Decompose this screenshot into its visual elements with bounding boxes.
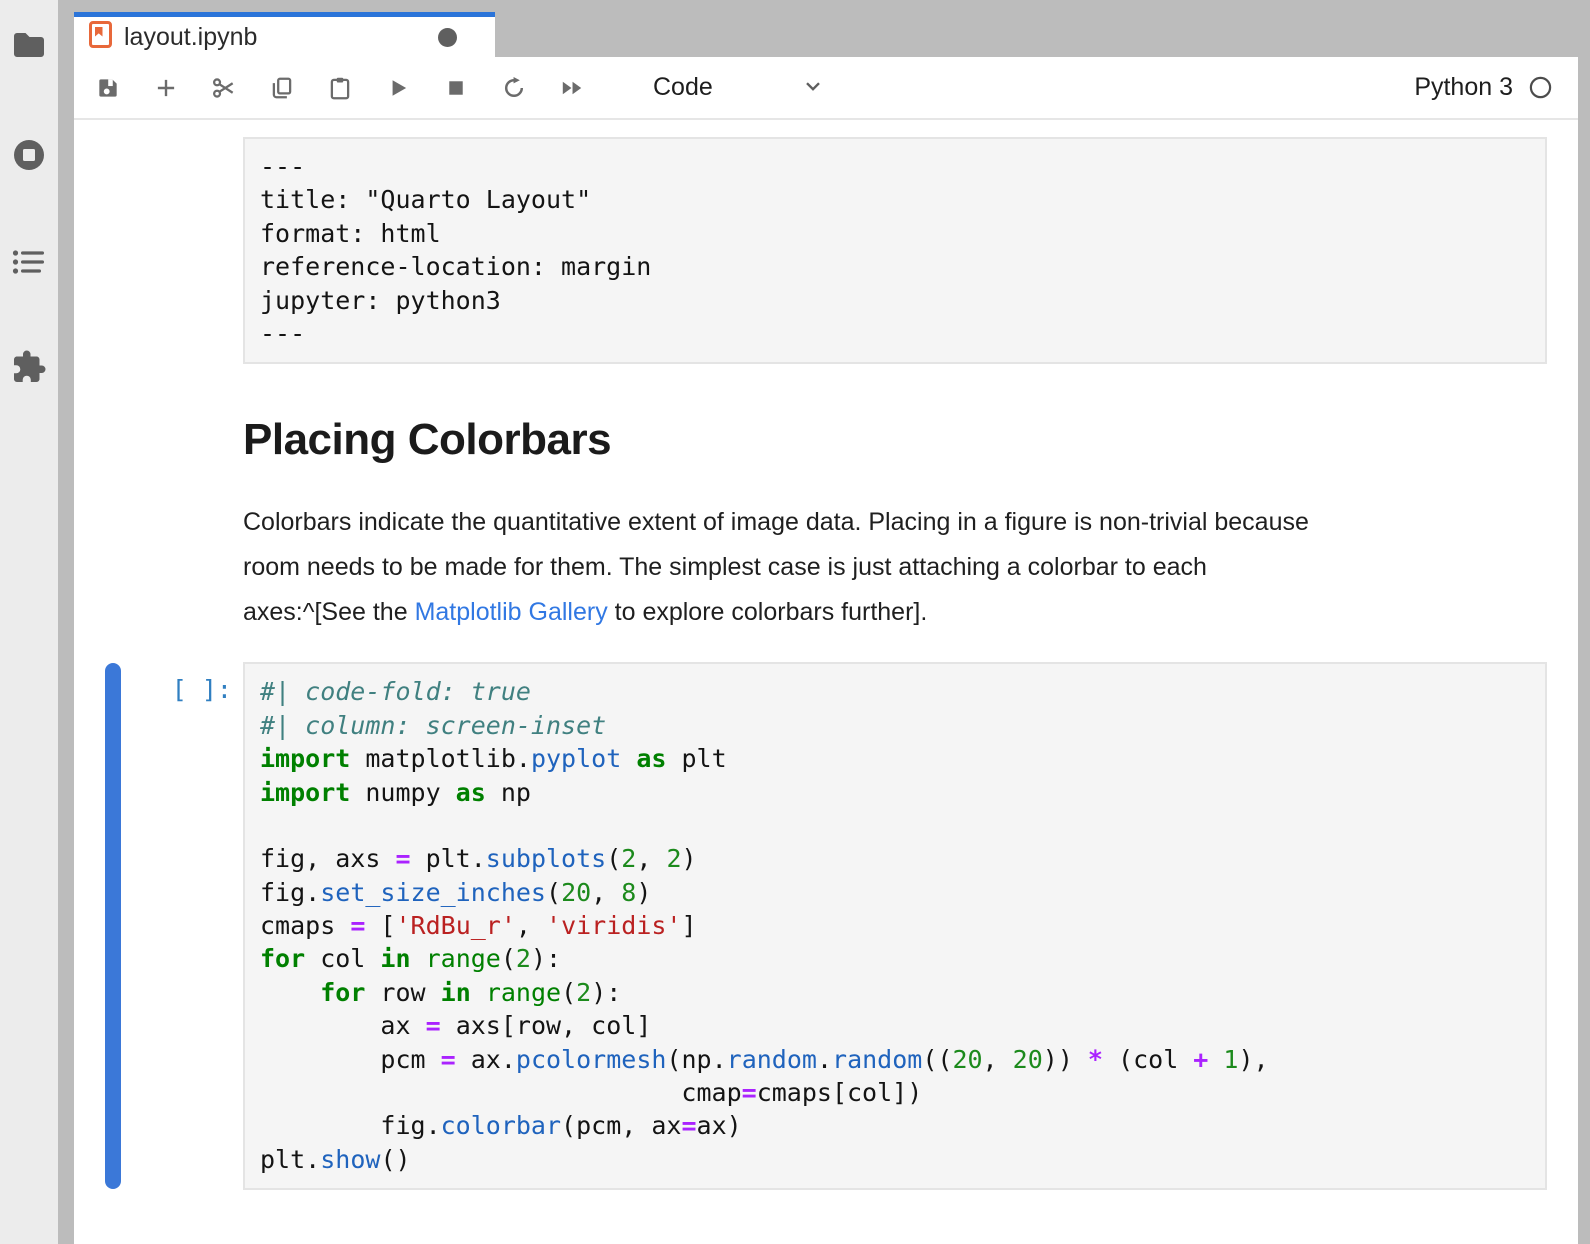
cut-cells-button[interactable] xyxy=(211,75,237,101)
fast-forward-icon xyxy=(559,75,585,101)
kernel-area: Python 3 xyxy=(1414,73,1578,102)
copy-icon xyxy=(269,75,295,101)
table-of-contents-icon xyxy=(12,249,46,275)
code-cell-source[interactable]: #| code-fold: true#| column: screen-inse… xyxy=(243,662,1547,1190)
kernel-name[interactable]: Python 3 xyxy=(1414,73,1513,102)
notebook-panel: layout.ipynb xyxy=(74,0,1578,1244)
cell-type-value: Code xyxy=(653,73,713,102)
add-cell-icon xyxy=(153,75,179,101)
paragraph-text: to explore colorbars further]. xyxy=(608,598,928,626)
paste-cells-button[interactable] xyxy=(327,75,353,101)
cut-icon xyxy=(211,75,237,101)
page-title: Placing Colorbars xyxy=(243,414,1547,466)
cell-type-select[interactable]: Code xyxy=(653,73,825,102)
notebook-toolbar: Code Python 3 xyxy=(74,57,1578,120)
sidebar-item-table-of-contents[interactable] xyxy=(0,234,58,290)
matplotlib-gallery-link[interactable]: Matplotlib Gallery xyxy=(415,598,608,626)
raw-cell: ---title: "Quarto Layout"format: htmlref… xyxy=(74,137,1578,364)
paste-icon xyxy=(327,75,353,101)
interrupt-kernel-button[interactable] xyxy=(443,75,469,101)
chevron-down-icon xyxy=(801,74,825,101)
paragraph-line: axes:^[See the Matplotlib Gallery to exp… xyxy=(243,590,1547,635)
tab-title: layout.ipynb xyxy=(124,23,257,52)
paragraph-line: Colorbars indicate the quantitative exte… xyxy=(243,500,1547,545)
sidebar-item-file-browser[interactable] xyxy=(0,17,58,73)
execution-prompt: [ ]: xyxy=(74,675,232,704)
stop-icon xyxy=(443,75,469,101)
restart-run-all-button[interactable] xyxy=(559,75,585,101)
markdown-paragraph: Colorbars indicate the quantitative exte… xyxy=(243,500,1547,635)
sidebar-item-running-kernels[interactable] xyxy=(0,127,58,183)
code-cell: [ ]: #| code-fold: true#| column: screen… xyxy=(74,662,1578,1190)
sidebar-item-extensions[interactable] xyxy=(0,339,58,395)
paragraph-line: room needs to be made for them. The simp… xyxy=(243,545,1547,590)
active-cell-collapser[interactable] xyxy=(105,663,121,1189)
raw-cell-source[interactable]: ---title: "Quarto Layout"format: htmlref… xyxy=(243,137,1547,364)
markdown-cell[interactable]: Placing Colorbars Colorbars indicate the… xyxy=(243,414,1547,635)
insert-cell-button[interactable] xyxy=(153,75,179,101)
run-icon xyxy=(385,75,411,101)
save-icon xyxy=(95,75,121,101)
restart-kernel-button[interactable] xyxy=(501,75,527,101)
unsaved-changes-indicator[interactable] xyxy=(438,28,457,47)
kernel-status-icon xyxy=(1529,76,1552,99)
tab-bar: layout.ipynb xyxy=(74,0,1578,57)
paragraph-text: axes:^[See the xyxy=(243,598,415,626)
file-browser-folder-icon xyxy=(12,31,46,59)
left-activity-bar xyxy=(0,0,58,1244)
notebook-icon xyxy=(89,21,112,53)
notebook-content: ---title: "Quarto Layout"format: htmlref… xyxy=(74,120,1578,1244)
notebook-tab[interactable]: layout.ipynb xyxy=(74,12,495,57)
restart-icon xyxy=(501,75,527,101)
extension-manager-puzzle-icon xyxy=(11,349,47,385)
running-kernels-icon xyxy=(11,137,47,173)
run-cell-button[interactable] xyxy=(385,75,411,101)
copy-cells-button[interactable] xyxy=(269,75,295,101)
save-button[interactable] xyxy=(95,75,121,101)
